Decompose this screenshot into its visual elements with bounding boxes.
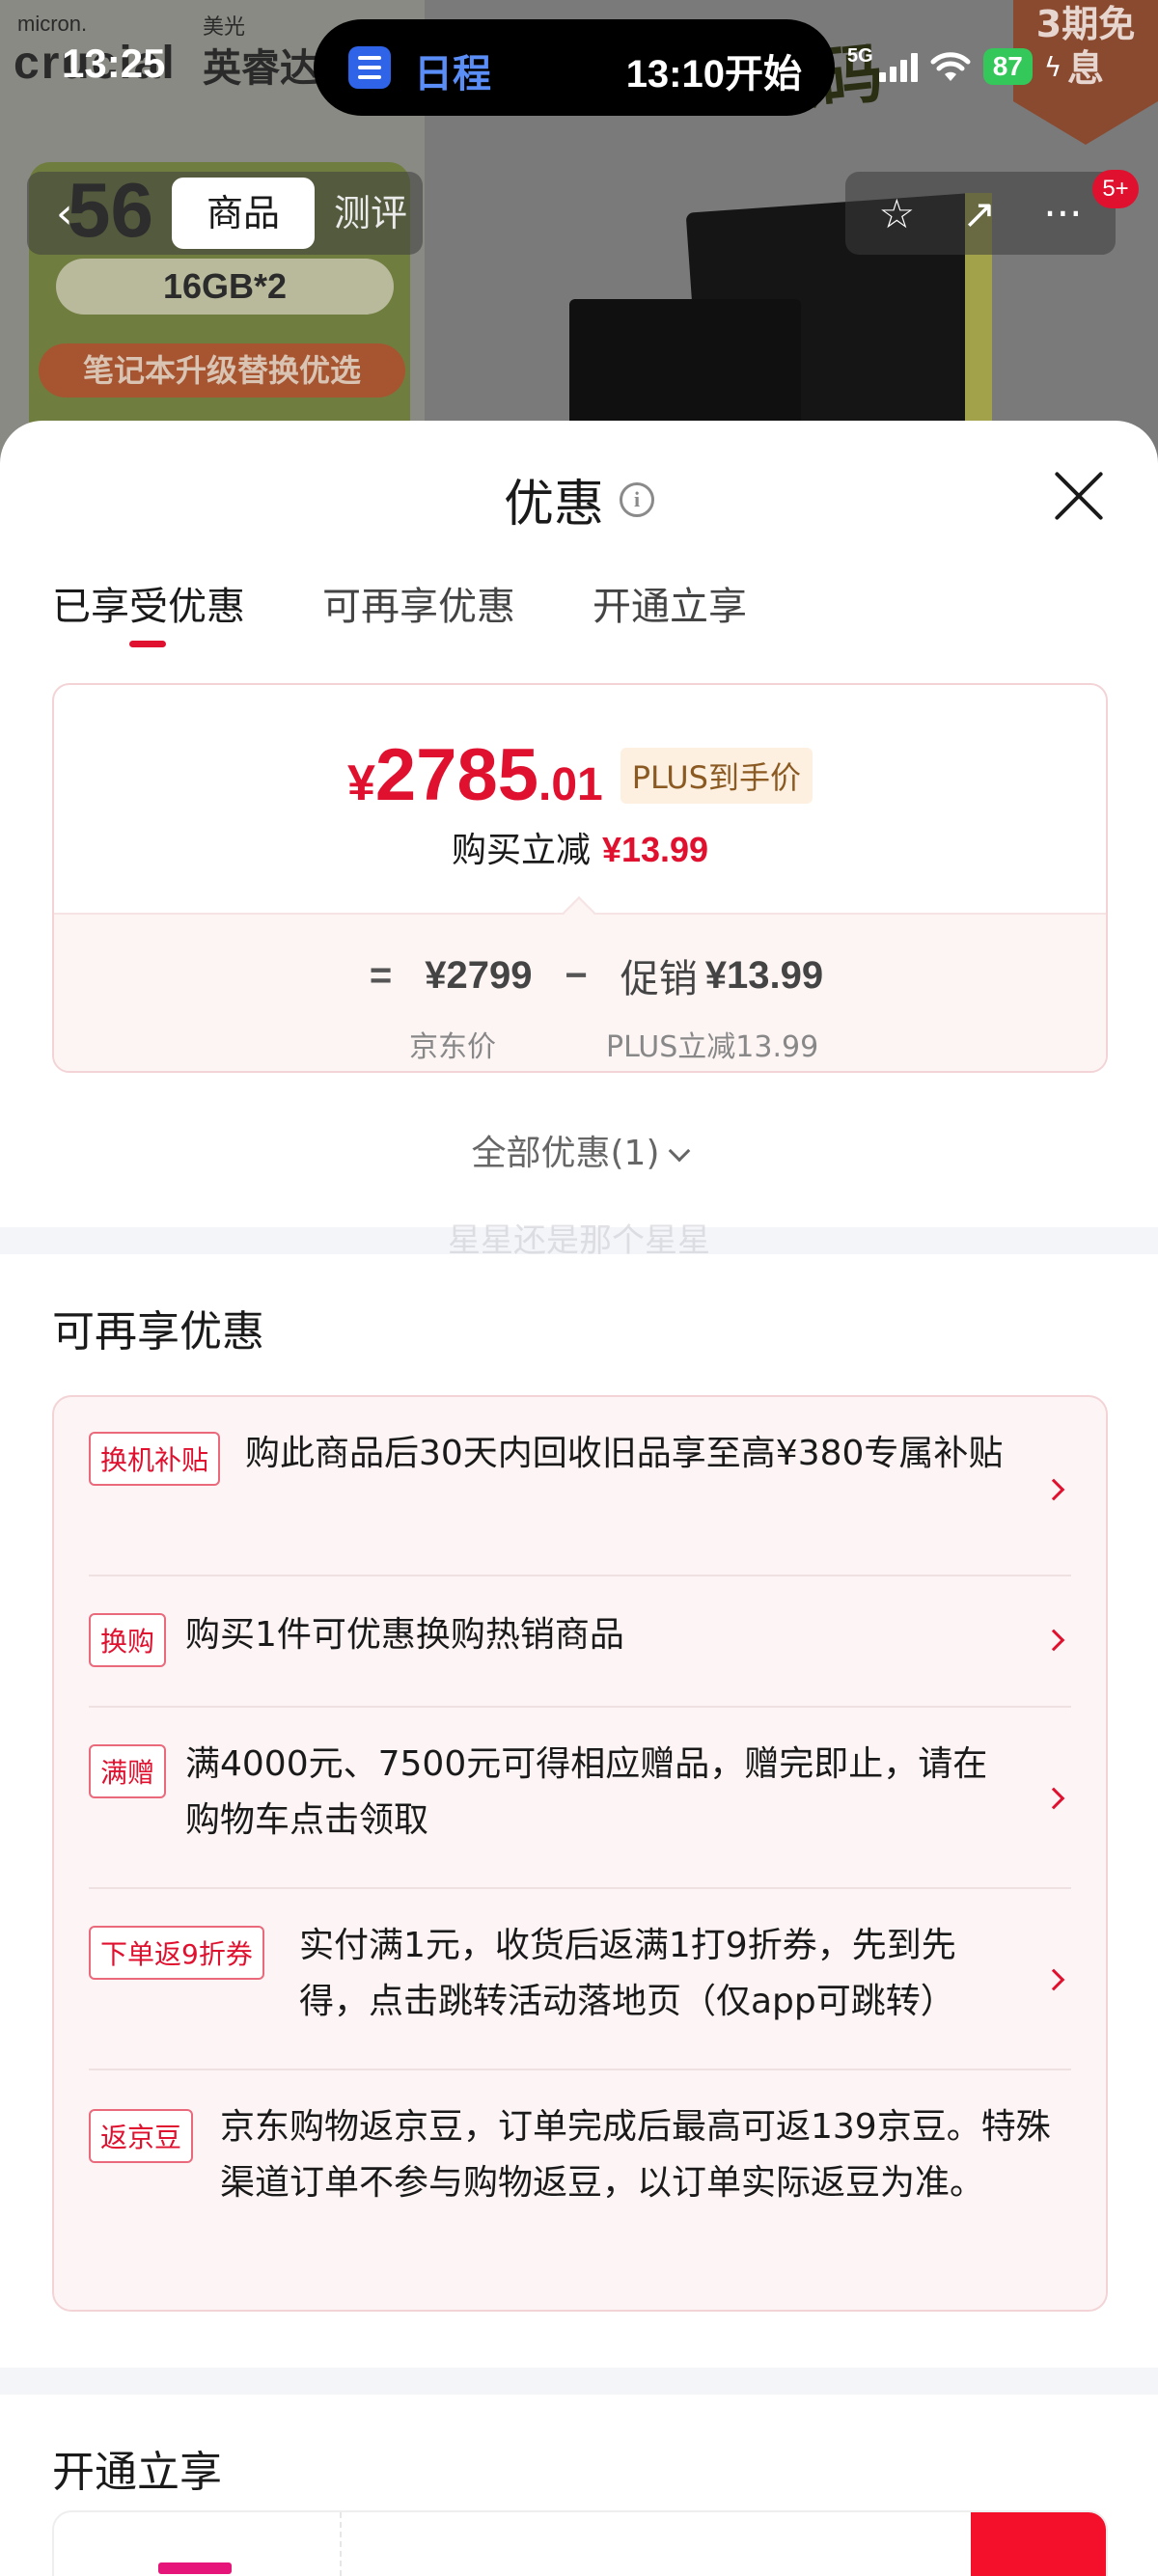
back-icon[interactable]: ‹ [56, 189, 73, 238]
chevron-right-icon [1042, 1629, 1065, 1652]
offer-text: 京东购物返京豆，订单完成后最高可返139京豆。特殊渠道订单不参与购物返豆，以订单… [220, 2107, 1051, 2203]
promo-caption: PLUS立减13.99 [606, 1030, 819, 1064]
sheet-title: 优惠 [503, 476, 604, 534]
section-title-more-offers: 可再享优惠 [52, 1307, 264, 1357]
battery-indicator: 87 [982, 48, 1033, 85]
tab-goods[interactable]: 商品 [172, 178, 315, 249]
sheet-header: 优惠 i [0, 463, 1158, 535]
promo-label: 促销 [620, 958, 698, 1000]
offer-text: 购买1件可优惠换购热销商品 [185, 1615, 624, 1655]
island-activity-text: 13:10开始 [625, 53, 802, 96]
plus-price-tag: PLUS到手价 [620, 748, 813, 804]
section-divider-2 [0, 2368, 1158, 2395]
island-app-name: 日程 [414, 52, 491, 96]
offer-tag: 返京豆 [89, 2109, 194, 2163]
instant-discount-amount: ¥13.99 [601, 830, 709, 869]
offer-item-jd-beans: 返京豆 京东购物返京豆，订单完成后最高可返139京豆。特殊渠道订单不参与购物返豆… [89, 2070, 1071, 2283]
membership-card[interactable] [52, 2510, 1108, 2576]
brand-logo: micron. [17, 12, 88, 36]
tab-open-enjoy[interactable]: 开通立享 [593, 575, 747, 631]
offer-item-gift[interactable]: 满赠 满4000元、7500元可得相应赠品，赠完即止，请在购物车点击领取 [89, 1708, 1071, 1889]
chevron-right-icon [1042, 1968, 1065, 1991]
spec-pill: 16GB*2 [56, 259, 394, 315]
card-divider [340, 2512, 342, 2576]
chevron-right-icon [1042, 1787, 1065, 1810]
close-button[interactable] [1050, 467, 1108, 525]
message-badge: 5+ [1092, 170, 1139, 208]
final-price: ¥2785.01 [346, 734, 603, 816]
wifi-icon [930, 52, 971, 81]
dynamic-island[interactable]: 日程 13:10开始 [314, 19, 835, 116]
offer-tag: 下单返9折券 [89, 1926, 264, 1980]
offer-tag: 满赠 [89, 1744, 167, 1798]
signal-icon [878, 51, 918, 82]
charging-icon: ϟ [1043, 50, 1062, 83]
product-nav-left: ‹ 商品 测评 [27, 172, 423, 255]
offer-tabs: 已享受优惠 可再享优惠 开通立享 [52, 575, 747, 647]
share-icon[interactable]: ↗ [962, 190, 996, 237]
tab-more-offers[interactable]: 可再享优惠 [322, 575, 515, 631]
offer-item-coupon[interactable]: 下单返9折券 实付满1元，收货后返满1打9折券，先到先得，点击跳转活动落地页（仅… [89, 1889, 1071, 2070]
tab-review[interactable]: 测评 [334, 178, 407, 249]
brand-cn: 英睿达 [203, 46, 318, 91]
all-offers-label: 全部优惠(1) [471, 1134, 660, 1173]
status-time: 13:25 [62, 41, 166, 86]
favorite-star-icon[interactable]: ☆ [879, 190, 916, 237]
section-title-open-enjoy: 开通立享 [52, 2448, 222, 2497]
status-indicators: 5G 87 ϟ [847, 44, 1062, 89]
breakdown-row: = ¥2799 − 促销 ¥13.99 [54, 947, 1106, 1003]
calendar-icon [348, 46, 391, 89]
offer-item-trade-in[interactable]: 换机补贴 购此商品后30天内回收旧品享至高¥380专属补贴 [89, 1432, 1071, 1576]
jd-price-caption: 京东价 [409, 1030, 496, 1064]
chevron-right-icon [1042, 1478, 1065, 1501]
tab-enjoyed-offers[interactable]: 已享受优惠 [52, 575, 245, 647]
offer-text: 实付满1元，收货后返满1打9折券，先到先得，点击跳转活动落地页（仅app可跳转） [299, 1926, 956, 2021]
membership-logo [158, 2562, 232, 2574]
offer-text: 满4000元、7500元可得相应赠品，赠完即止，请在购物车点击领取 [185, 1744, 988, 1840]
promo-pill: 笔记本升级替换优选 [39, 343, 405, 397]
minus-sign: − [565, 953, 588, 997]
final-price-line: ¥2785.01 PLUS到手价 [54, 733, 1106, 817]
all-offers-toggle[interactable]: 全部优惠(1) [0, 1125, 1158, 1175]
offer-item-exchange[interactable]: 换购 购买1件可优惠换购热销商品 [89, 1576, 1071, 1708]
equals-sign: = [369, 953, 393, 997]
price-card: ¥2785.01 PLUS到手价 购买立减 ¥13.99 = ¥2799 − 促销… [52, 683, 1108, 1073]
instant-discount-line: 购买立减 ¥13.99 [54, 822, 1106, 872]
chevron-down-icon [668, 1139, 690, 1163]
price-breakdown: = ¥2799 − 促销 ¥13.99 京东价 PLUS立减13.99 [54, 913, 1106, 1071]
promo-value: ¥13.99 [704, 953, 824, 997]
offer-text: 购此商品后30天内回收旧品享至高¥380专属补贴 [245, 1434, 1004, 1473]
network-label: 5G [847, 44, 873, 67]
offer-tag: 换购 [89, 1613, 167, 1667]
open-membership-button[interactable] [971, 2512, 1106, 2576]
more-offers-card: 换机补贴 购此商品后30天内回收旧品享至高¥380专属补贴 换购 购买1件可优惠… [52, 1395, 1108, 2312]
offer-tag: 换机补贴 [89, 1432, 221, 1486]
offers-sheet: 优惠 i 已享受优惠 可再享优惠 开通立享 ¥2785.01 PLUS到手价 购… [0, 421, 1158, 2576]
info-icon[interactable]: i [620, 481, 654, 517]
jd-price-value: ¥2799 [425, 953, 533, 997]
instant-discount-label: 购买立减 [451, 831, 591, 870]
product-nav-right: ☆ ↗ ··· [845, 172, 1116, 255]
watermark: 星星还是那个星星 [448, 1221, 710, 1260]
more-icon[interactable]: ··· [1043, 190, 1082, 237]
